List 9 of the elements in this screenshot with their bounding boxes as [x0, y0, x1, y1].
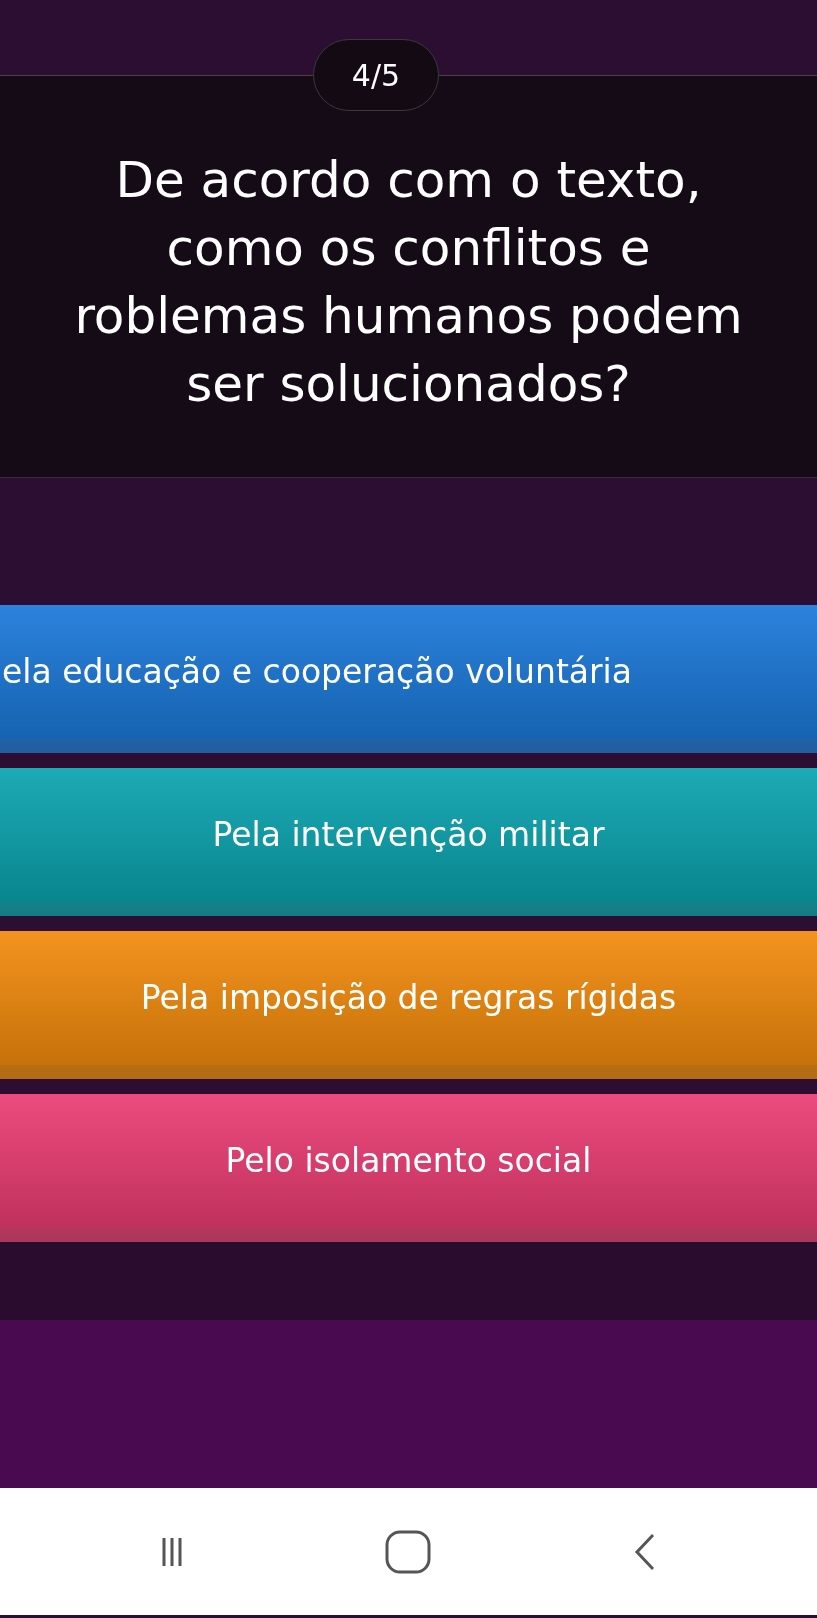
answer-button[interactable]: Pelo isolamento social	[0, 1094, 817, 1242]
question-text: De acordo com o texto, como os conflitos e roblemas humanos podem ser solucionados?	[73, 149, 744, 415]
question-counter: 4/5	[313, 39, 439, 111]
back-icon[interactable]	[633, 1532, 656, 1571]
answer-button[interactable]: Pela intervenção militar	[0, 768, 817, 916]
recent-apps-icon[interactable]	[161, 1535, 184, 1568]
answer-button[interactable]: ela educação e cooperação voluntária	[0, 605, 817, 753]
home-icon[interactable]	[385, 1529, 432, 1574]
answer-button[interactable]: Pela imposição de regras rígidas	[0, 931, 817, 1079]
